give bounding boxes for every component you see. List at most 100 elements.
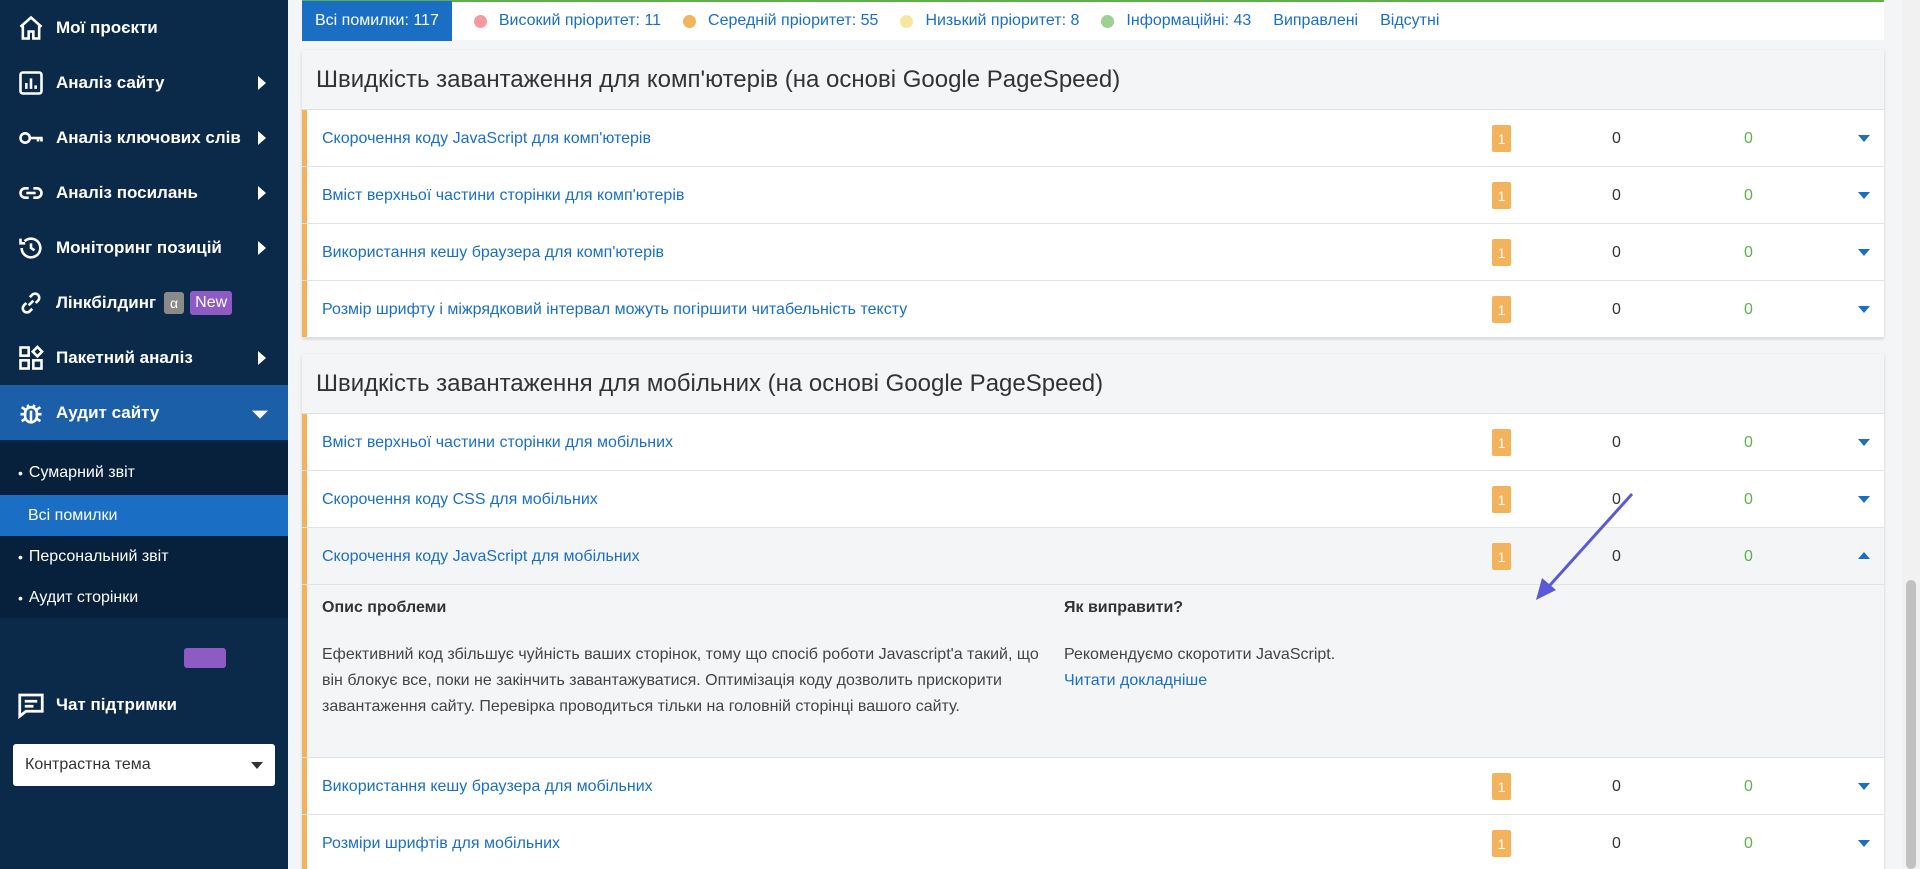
chevron-down-icon[interactable]: [1858, 496, 1870, 503]
issue-count-badge[interactable]: 1: [1492, 296, 1511, 323]
nav-linkbuilding[interactable]: Лінкбілдинг α New: [0, 275, 288, 330]
issue-count-badge[interactable]: 1: [1492, 486, 1511, 513]
audit-submenu: • Сумарний звіт Всі помилки • Персональн…: [0, 442, 288, 618]
grid-icon: [16, 343, 46, 373]
fix-recommendation: Рекомендуємо скоротити JavaScript.: [1064, 646, 1336, 663]
subnav-all-errors[interactable]: Всі помилки: [0, 495, 288, 536]
problem-heading: Опис проблеми: [322, 599, 447, 616]
issue-missing-count[interactable]: 0: [1744, 167, 1753, 224]
high-priority-dot-icon: [473, 14, 487, 28]
issue-fixed-count[interactable]: 0: [1612, 414, 1621, 471]
chevron-down-icon[interactable]: [1858, 249, 1870, 256]
issue-row[interactable]: Вміст верхньої частини сторінки для комп…: [302, 167, 1884, 224]
support-label: Чат підтримки: [56, 695, 177, 714]
main-content: Всі помилки: 117 Високий пріоритет: 11 С…: [288, 0, 1920, 869]
issue-count-badge[interactable]: 1: [1492, 543, 1511, 570]
issue-row[interactable]: Розмір шрифту і міжрядковий інтервал мож…: [302, 281, 1884, 338]
desktop-speed-section: Швидкість завантаження для комп'ютерів (…: [302, 50, 1884, 338]
nav-position-monitoring[interactable]: Моніторинг позицій: [0, 220, 288, 275]
nav-keyword-analysis[interactable]: Аналіз ключових слів: [0, 110, 288, 165]
section-title: Швидкість завантаження для комп'ютерів (…: [302, 50, 1884, 110]
nav-my-projects[interactable]: Мої проєкти: [0, 0, 288, 55]
chevron-down-icon[interactable]: [1858, 840, 1870, 847]
nav-link-analysis[interactable]: Аналіз посилань: [0, 165, 288, 220]
issue-title-link[interactable]: Розміри шрифтів для мобільних: [322, 815, 560, 869]
nav-label: Моніторинг позицій: [56, 237, 222, 257]
issue-count-badge[interactable]: 1: [1492, 239, 1511, 266]
chevron-down-icon[interactable]: [1858, 306, 1870, 313]
filter-missing[interactable]: Відсутні: [1380, 12, 1439, 30]
issue-count-badge[interactable]: 1: [1492, 773, 1511, 800]
issue-row[interactable]: Розміри шрифтів для мобільних 1 0 0: [302, 815, 1884, 869]
filter-label: Інформаційні: 43: [1126, 12, 1252, 29]
issue-fixed-count[interactable]: 0: [1612, 758, 1621, 815]
issue-title-link[interactable]: Розмір шрифту і міжрядковий інтервал мож…: [322, 281, 907, 338]
issue-title-link[interactable]: Використання кешу браузера для мобільних: [322, 758, 653, 815]
annotation-arrow-icon: [1536, 492, 1634, 600]
issue-missing-count[interactable]: 0: [1744, 471, 1753, 528]
filter-low-priority[interactable]: Низький пріоритет: 8: [900, 12, 1079, 30]
read-more-link[interactable]: Читати докладніше: [1064, 668, 1207, 694]
new-badge: New: [190, 290, 233, 315]
medium-priority-dot-icon: [683, 14, 697, 28]
issue-missing-count[interactable]: 0: [1744, 815, 1753, 869]
issue-fixed-count[interactable]: 0: [1612, 281, 1621, 338]
support-chat-button[interactable]: Чат підтримки: [0, 675, 288, 735]
issue-title-link[interactable]: Використання кешу браузера для комп'ютер…: [322, 224, 664, 281]
issue-fixed-count[interactable]: 0: [1612, 167, 1621, 224]
nav-label: Аналіз посилань: [56, 182, 199, 202]
issue-row[interactable]: Скорочення коду JavaScript для комп'ютер…: [302, 110, 1884, 167]
low-priority-dot-icon: [900, 14, 914, 28]
nav-label: Аналіз сайту: [56, 72, 165, 92]
filter-all-errors[interactable]: Всі помилки: 117: [302, 1, 452, 41]
filter-informational[interactable]: Інформаційні: 43: [1101, 12, 1251, 30]
subnav-page-audit[interactable]: • Аудит сторінки: [0, 577, 288, 618]
filter-high-priority[interactable]: Високий пріоритет: 11: [473, 12, 661, 30]
issue-count-badge[interactable]: 1: [1492, 125, 1511, 152]
issue-missing-count[interactable]: 0: [1744, 758, 1753, 815]
issue-fixed-count[interactable]: 0: [1612, 815, 1621, 869]
scrollbar[interactable]: [1902, 0, 1920, 869]
nav-site-audit[interactable]: Аудит сайту: [0, 385, 288, 440]
issue-title-link[interactable]: Скорочення коду JavaScript для мобільних: [322, 528, 640, 585]
issue-row[interactable]: Скорочення коду CSS для мобільних 1 0 0: [302, 471, 1884, 528]
nav-item-partially-hidden: [0, 640, 288, 670]
issue-title-link[interactable]: Скорочення коду CSS для мобільних: [322, 471, 598, 528]
chevron-down-icon[interactable]: [1858, 135, 1870, 142]
issue-missing-count[interactable]: 0: [1744, 110, 1753, 167]
chevron-up-icon[interactable]: [1858, 552, 1870, 559]
theme-select[interactable]: Контрастна тема: [13, 744, 275, 786]
issue-missing-count[interactable]: 0: [1744, 281, 1753, 338]
chevron-right-icon: [258, 240, 266, 255]
issue-title-link[interactable]: Вміст верхньої частини сторінки для комп…: [322, 167, 684, 224]
subnav-summary-report[interactable]: • Сумарний звіт: [0, 452, 288, 493]
filter-medium-priority[interactable]: Середній пріоритет: 55: [683, 12, 878, 30]
chevron-down-icon: [252, 410, 268, 419]
nav-batch-analysis[interactable]: Пакетний аналіз: [0, 330, 288, 385]
issue-row[interactable]: Вміст верхньої частини сторінки для мобі…: [302, 414, 1884, 471]
chevron-down-icon[interactable]: [1858, 439, 1870, 446]
issue-row[interactable]: Скорочення коду JavaScript для мобільних…: [302, 528, 1884, 585]
chevron-down-icon[interactable]: [1858, 783, 1870, 790]
nav-site-analysis[interactable]: Аналіз сайту: [0, 55, 288, 110]
nav-label: Мої проєкти: [56, 17, 158, 37]
issue-fixed-count[interactable]: 0: [1612, 110, 1621, 167]
issue-missing-count[interactable]: 0: [1744, 224, 1753, 281]
filter-label: Середній пріоритет: 55: [708, 12, 879, 29]
issue-missing-count[interactable]: 0: [1744, 414, 1753, 471]
issue-count-badge[interactable]: 1: [1492, 830, 1511, 857]
alpha-badge: α: [164, 291, 185, 314]
issue-missing-count[interactable]: 0: [1744, 528, 1753, 585]
filter-fixed[interactable]: Виправлені: [1273, 12, 1358, 30]
subnav-personal-report[interactable]: • Персональний звіт: [0, 536, 288, 577]
issue-row[interactable]: Використання кешу браузера для комп'ютер…: [302, 224, 1884, 281]
scrollbar-thumb[interactable]: [1906, 580, 1916, 869]
issue-count-badge[interactable]: 1: [1492, 182, 1511, 209]
issue-fixed-count[interactable]: 0: [1612, 224, 1621, 281]
issue-title-link[interactable]: Вміст верхньої частини сторінки для мобі…: [322, 414, 673, 471]
issue-title-link[interactable]: Скорочення коду JavaScript для комп'ютер…: [322, 110, 651, 167]
new-badge: [184, 648, 226, 668]
issue-row[interactable]: Використання кешу браузера для мобільних…: [302, 758, 1884, 815]
issue-count-badge[interactable]: 1: [1492, 429, 1511, 456]
chevron-down-icon[interactable]: [1858, 192, 1870, 199]
